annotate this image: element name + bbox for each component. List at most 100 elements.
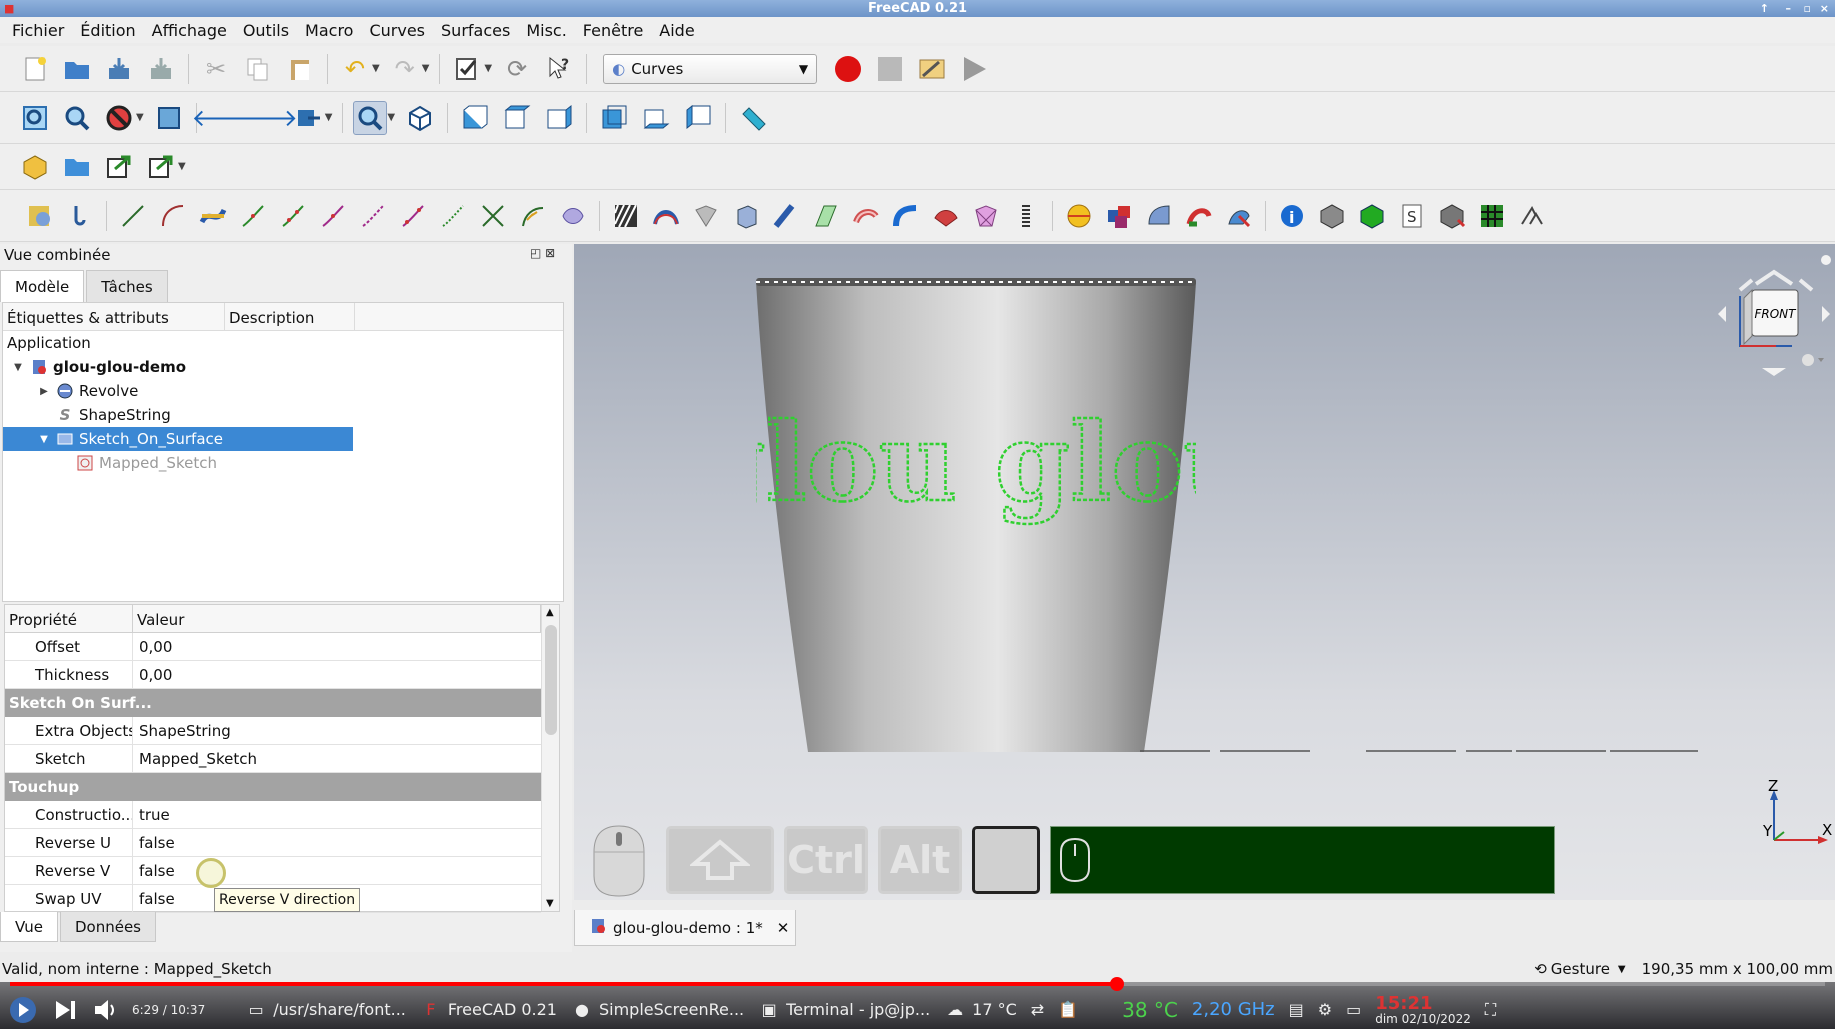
sync-view-icon[interactable]	[291, 101, 325, 135]
navigation-style[interactable]: Gesture	[1551, 960, 1610, 978]
draw-style-dropdown-icon[interactable]: ▼	[136, 112, 144, 123]
scroll-down-icon[interactable]: ▼	[546, 898, 554, 909]
hook-icon[interactable]	[65, 199, 95, 233]
property-row-offset[interactable]: Offset 0,00	[5, 633, 541, 661]
paste-icon[interactable]	[283, 52, 317, 86]
undo-dropdown-icon[interactable]: ▼	[372, 63, 380, 74]
close-panel-icon[interactable]: ⊠	[545, 246, 555, 260]
recompute-icon[interactable]: ⟳	[500, 52, 534, 86]
create-part-icon[interactable]	[18, 150, 52, 184]
copy-icon[interactable]	[241, 52, 275, 86]
property-value[interactable]: false	[133, 862, 175, 880]
view-bottom-icon[interactable]	[639, 101, 673, 135]
std-view-zoom-icon[interactable]	[353, 100, 388, 135]
property-value[interactable]: true	[133, 806, 170, 824]
view-top-icon[interactable]	[500, 101, 534, 135]
screen-recorder-task[interactable]: ● SimpleScreenRe...	[571, 999, 744, 1021]
surface-tool-icon[interactable]	[558, 199, 588, 233]
trim-face-icon[interactable]	[1184, 199, 1214, 233]
expanded-arrow-icon[interactable]: ▼	[11, 362, 25, 373]
undo-icon[interactable]: ↶	[338, 52, 372, 86]
multi-box-icon[interactable]	[1104, 199, 1134, 233]
comb-icon[interactable]	[518, 199, 548, 233]
minimize-button[interactable]: –	[1786, 0, 1792, 17]
close-tab-icon[interactable]: ✕	[777, 919, 790, 937]
draw-style-icon[interactable]	[102, 101, 136, 135]
tree-item-shapestring[interactable]: S ShapeString	[3, 403, 563, 427]
sync-view-dropdown-icon[interactable]: ▼	[325, 112, 333, 123]
stack-icon[interactable]	[1011, 199, 1041, 233]
curve-tool-2-icon[interactable]	[278, 199, 308, 233]
next-button[interactable]	[52, 997, 78, 1023]
view-right-icon[interactable]	[542, 101, 576, 135]
curve-tool-5-icon[interactable]	[398, 199, 428, 233]
sweep-icon[interactable]	[651, 199, 681, 233]
video-scrubber[interactable]	[1110, 977, 1125, 991]
edit-macro-icon[interactable]	[915, 52, 949, 86]
pipe-shell-icon[interactable]	[771, 199, 801, 233]
property-column-name[interactable]: Propriété	[5, 605, 133, 632]
tree-item-revolve[interactable]: ▶ Revolve	[3, 379, 563, 403]
new-file-icon[interactable]	[18, 52, 52, 86]
more-tools-icon[interactable]	[1517, 199, 1547, 233]
cut-icon[interactable]: ✂	[199, 52, 233, 86]
bounding-box-icon[interactable]	[152, 101, 186, 135]
sphere-icon[interactable]	[1064, 199, 1094, 233]
weather-widget[interactable]: ☁ 17 °C	[944, 999, 1017, 1021]
red-box-icon[interactable]	[1437, 199, 1467, 233]
volume-icon[interactable]	[92, 997, 118, 1023]
settings-gear-icon[interactable]: ⚙	[1318, 1000, 1332, 1019]
menu-outils[interactable]: Outils	[235, 21, 297, 40]
property-value[interactable]: 0,00	[133, 666, 172, 684]
scrollbar-thumb[interactable]	[545, 625, 557, 735]
refresh-check-icon[interactable]	[450, 52, 484, 86]
curve-tool-3-icon[interactable]	[318, 199, 348, 233]
green-solid-icon[interactable]	[1357, 199, 1387, 233]
box-surface-icon[interactable]	[731, 199, 761, 233]
file-manager-task[interactable]: ▭ /usr/share/font...	[245, 999, 406, 1021]
curve-tool-1-icon[interactable]	[238, 199, 268, 233]
loft-icon[interactable]	[811, 199, 841, 233]
freecad-task[interactable]: F FreeCAD 0.21	[420, 999, 557, 1021]
tab-modele[interactable]: Modèle	[0, 270, 85, 302]
gordon-surface-icon[interactable]	[691, 199, 721, 233]
collapsed-arrow-icon[interactable]: ▶	[37, 386, 51, 397]
pipe-icon[interactable]	[851, 199, 881, 233]
shapestring-icon[interactable]: S	[1397, 199, 1427, 233]
raise-button[interactable]: ↑	[1760, 0, 1769, 17]
fit-selection-icon[interactable]	[60, 101, 94, 135]
float-panel-icon[interactable]: ◰	[530, 246, 541, 260]
tree-item-sketch-on-surface[interactable]: ▼ Sketch_On_Surface	[3, 427, 353, 451]
redo-icon[interactable]: ↷	[388, 52, 422, 86]
tree-document[interactable]: ▼ glou-glou-demo	[3, 355, 563, 379]
redo-dropdown-icon[interactable]: ▼	[422, 63, 430, 74]
property-column-value[interactable]: Valeur	[133, 605, 541, 632]
menu-misc[interactable]: Misc.	[518, 21, 574, 40]
view-isometric-icon[interactable]	[403, 101, 437, 135]
nav-style-dropdown-icon[interactable]: ▼	[1618, 964, 1626, 975]
play-button[interactable]	[8, 995, 38, 1025]
property-row-reverse-v[interactable]: Reverse Vfalse	[5, 857, 541, 885]
segment-surface-icon[interactable]	[1144, 199, 1174, 233]
link-actions-icon[interactable]	[144, 150, 178, 184]
create-group-icon[interactable]	[60, 150, 94, 184]
terminal-task[interactable]: ▣ Terminal - jp@jp...	[758, 999, 931, 1021]
property-value[interactable]: 0,00	[133, 638, 172, 656]
subtitles-icon[interactable]: ▤	[1289, 1000, 1304, 1019]
view-front-icon[interactable]	[458, 101, 492, 135]
video-progress-bar[interactable]	[10, 977, 1825, 991]
close-button[interactable]: ×	[1820, 0, 1829, 17]
arc-icon[interactable]	[158, 199, 188, 233]
property-group-touchup[interactable]: Touchup	[5, 773, 541, 801]
document-tab[interactable]: glou-glou-demo : 1* ✕	[574, 910, 796, 946]
mesh-surface-icon[interactable]	[971, 199, 1001, 233]
fullscreen-icon[interactable]: ⛶	[1485, 1000, 1496, 1020]
menu-surfaces[interactable]: Surfaces	[433, 21, 518, 40]
property-value[interactable]: false	[133, 834, 175, 852]
create-link-icon[interactable]	[102, 150, 136, 184]
check-dropdown-icon[interactable]: ▼	[484, 63, 492, 74]
property-row-extra-objects[interactable]: Extra Objects ShapeString	[5, 717, 541, 745]
workbench-selector[interactable]: ◐ Curves ▼	[603, 53, 818, 84]
zoom-dropdown-icon[interactable]: ▼	[387, 112, 395, 123]
forward-arrow-icon[interactable]: 🡒	[234, 101, 298, 135]
